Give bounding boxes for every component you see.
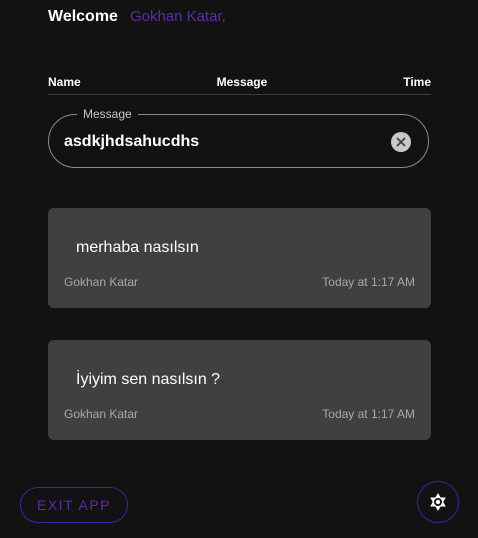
welcome-label: Welcome [48,8,118,25]
message-author: Gokhan Katar [64,407,139,421]
message-input-label: Message [77,107,138,121]
message-text: merhaba nasılsın [76,239,199,256]
theme-toggle-button[interactable] [417,481,459,523]
message-input[interactable]: Message asdkjhdsahucdhs [48,107,429,168]
exit-app-button[interactable]: EXIT APP [20,487,128,523]
user-name: Gokhan Katar, [129,8,226,25]
message-card: İyiyim sen nasılsın ? Gokhan Katar Today… [48,340,431,440]
brightness-icon [430,493,446,511]
message-text: İyiyim sen nasılsın ? [76,371,221,388]
message-time: Today at 1:17 AM [322,275,415,289]
column-header-message: Message [216,75,268,89]
message-card: merhaba nasılsın Gokhan Katar Today at 1… [48,208,431,308]
column-header-time: Time [403,75,431,89]
welcome-header: Welcome Gokhan Katar, [48,8,226,26]
column-headers: Name Message Time [48,75,431,95]
message-author: Gokhan Katar [64,275,139,289]
close-icon [396,137,406,147]
message-time: Today at 1:17 AM [322,407,415,421]
clear-button[interactable] [391,132,411,152]
column-header-name: Name [48,75,81,89]
message-input-value[interactable]: asdkjhdsahucdhs [64,133,199,151]
chat-page: Welcome Gokhan Katar, Name Message Time … [0,0,478,538]
